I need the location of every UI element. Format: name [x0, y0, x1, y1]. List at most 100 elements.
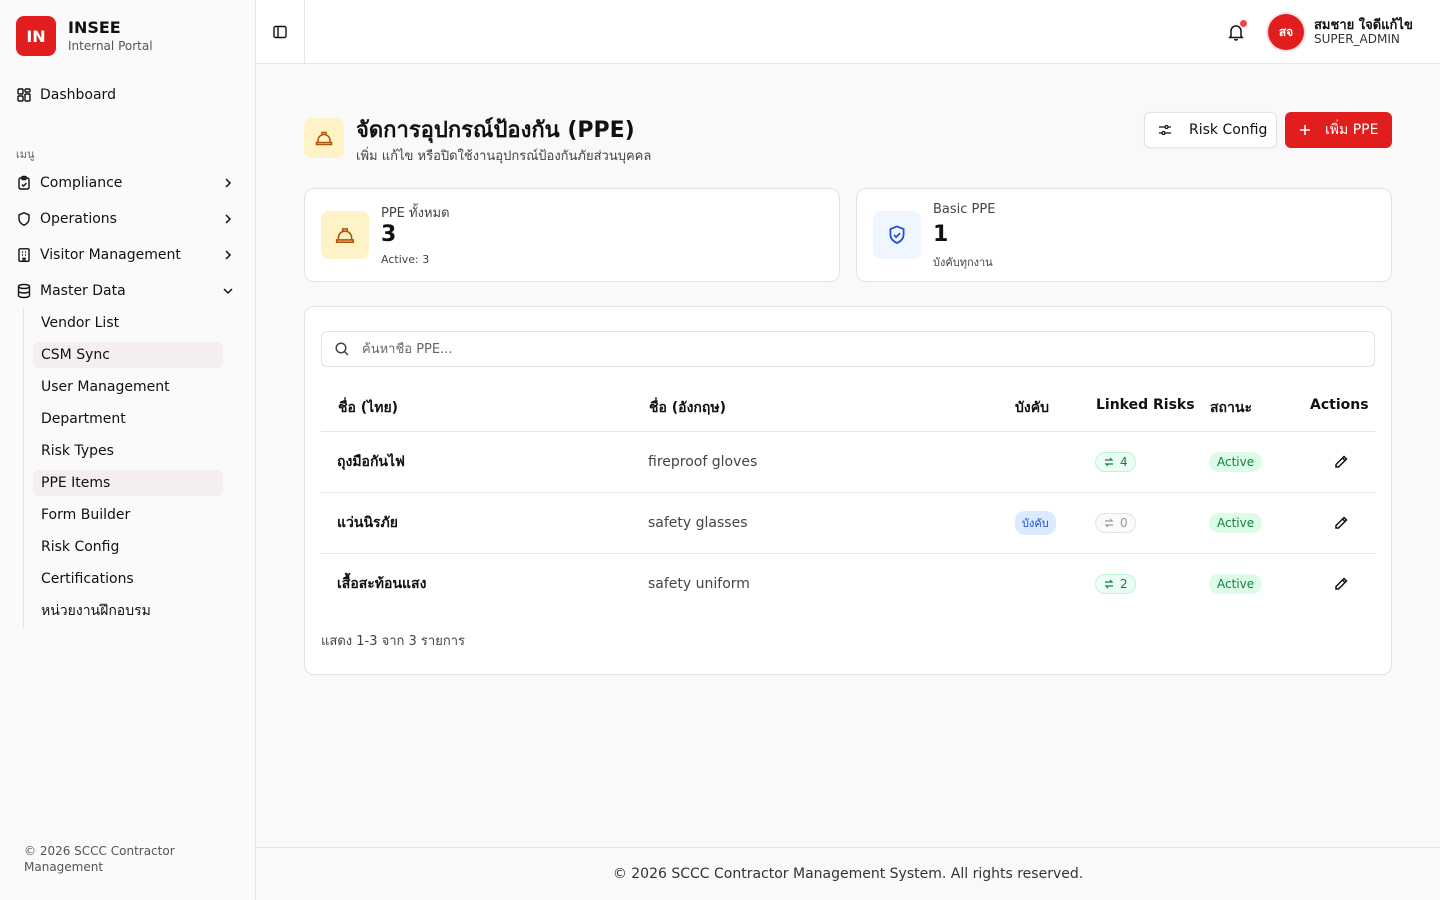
sidebar-item-label: Compliance	[40, 175, 123, 191]
stat-label: PPE ทั้งหมด	[381, 206, 450, 221]
sidebar-item-operations[interactable]: Operations	[16, 205, 240, 233]
hard-hat-icon	[304, 118, 344, 158]
edit-button[interactable]	[1333, 493, 1349, 553]
search-input[interactable]	[362, 341, 1262, 357]
linked-risks-badge[interactable]: 4	[1095, 452, 1136, 472]
status-badge: Active	[1209, 452, 1263, 472]
sidebar-subitem-form-builder[interactable]: Form Builder	[33, 502, 223, 528]
chevron-right-icon	[225, 214, 232, 224]
search-icon	[335, 342, 349, 356]
link-arrows-icon	[1104, 518, 1114, 528]
column-header-name-en[interactable]: ชื่อ (อังกฤษ)	[649, 397, 726, 419]
search-box[interactable]	[321, 331, 1375, 367]
submenu-guide-line	[23, 308, 24, 628]
brand-name: INSEE	[68, 18, 121, 37]
column-header-linked-risks[interactable]: Linked Risks	[1096, 397, 1195, 413]
sidebar-footer: © 2026 SCCC Contractor Management	[24, 844, 175, 874]
cell-required: บังคับ	[1015, 493, 1056, 553]
menu-section-label: เมนู	[16, 148, 35, 161]
sidebar-subitem-training-units[interactable]: หน่วยงานฝึกอบรม	[33, 598, 223, 624]
avatar[interactable]: สจ	[1268, 14, 1304, 50]
shield-icon	[16, 211, 32, 227]
sidebar-subitem-risk-types[interactable]: Risk Types	[33, 438, 223, 464]
sidebar-item-visitor-management[interactable]: Visitor Management	[16, 241, 240, 269]
cell-name-th: ถุงมือกันไฟ	[337, 454, 405, 470]
sidebar-subitem-risk-config[interactable]: Risk Config	[33, 534, 223, 560]
notification-dot	[1240, 20, 1247, 27]
panel-left-icon	[273, 25, 287, 39]
risk-config-button[interactable]: Risk Config	[1144, 112, 1277, 148]
pagination-summary: แสดง 1-3 จาก 3 รายการ	[321, 634, 465, 649]
page-title: จัดการอุปกรณ์ป้องกัน (PPE)	[356, 118, 635, 143]
chevron-right-icon	[225, 250, 232, 260]
stat-card-total-ppe: PPE ทั้งหมด 3 Active: 3	[304, 188, 840, 282]
sidebar-subitem-vendor-list[interactable]: Vendor List	[33, 310, 223, 336]
user-role: SUPER_ADMIN	[1314, 32, 1400, 46]
plus-icon	[1300, 125, 1310, 135]
cell-linked-risks: 2	[1095, 554, 1136, 614]
sidebar-item-compliance[interactable]: Compliance	[16, 169, 240, 197]
cell-name-en: fireproof gloves	[648, 454, 758, 470]
sidebar-item-label: Master Data	[40, 283, 126, 299]
hard-hat-icon	[321, 211, 369, 259]
edit-button[interactable]	[1333, 554, 1349, 614]
stat-value: 1	[933, 222, 949, 247]
linked-risks-badge[interactable]: 0	[1095, 513, 1136, 533]
page-footer: © 2026 SCCC Contractor Management System…	[256, 847, 1440, 900]
edit-button[interactable]	[1333, 432, 1349, 492]
column-header-status[interactable]: สถานะ	[1210, 397, 1252, 419]
cell-name-th: แว่นนิรภัย	[337, 515, 398, 531]
sidebar-item-label: Operations	[40, 211, 117, 227]
sidebar: IN INSEE Internal Portal Dashboard เมนู …	[0, 0, 256, 900]
stat-label: Basic PPE	[933, 202, 996, 217]
sidebar-subitem-user-management[interactable]: User Management	[33, 374, 223, 400]
sidebar-item-master-data[interactable]: Master Data	[16, 277, 240, 305]
sidebar-item-dashboard[interactable]: Dashboard	[16, 81, 240, 109]
sidebar-item-label: Dashboard	[40, 87, 116, 103]
database-icon	[16, 283, 32, 299]
brand-logo: IN	[16, 16, 56, 56]
stat-note: Active: 3	[381, 253, 430, 266]
pencil-icon	[1335, 577, 1348, 590]
table-row[interactable]: แว่นนิรภัย safety glasses บังคับ 0 Activ…	[321, 492, 1375, 553]
column-header-required[interactable]: บังคับ	[1015, 397, 1049, 419]
link-arrows-icon	[1104, 457, 1114, 467]
grid-icon	[16, 87, 32, 103]
cell-name-en: safety uniform	[648, 576, 750, 592]
cell-name-en: safety glasses	[648, 515, 748, 531]
sidebar-subitem-department[interactable]: Department	[33, 406, 223, 432]
risk-config-label: Risk Config	[1189, 122, 1268, 138]
table-row[interactable]: เสื้อสะท้อนแสง safety uniform 2 Active	[321, 553, 1375, 614]
sidebar-subitem-ppe-items[interactable]: PPE Items	[33, 470, 223, 496]
stat-note: บังคับทุกงาน	[933, 256, 993, 269]
clipboard-check-icon	[16, 175, 32, 191]
linked-risks-badge[interactable]: 2	[1095, 574, 1136, 594]
brand-subtitle: Internal Portal	[68, 39, 153, 53]
cell-status: Active	[1209, 554, 1263, 614]
link-arrows-icon	[1104, 579, 1114, 589]
building-icon	[16, 247, 32, 263]
ppe-table-card: ชื่อ (ไทย) ชื่อ (อังกฤษ) บังคับ Linked R…	[304, 306, 1392, 675]
sidebar-item-label: Visitor Management	[40, 247, 181, 263]
brand[interactable]: IN INSEE Internal Portal	[16, 16, 153, 56]
sidebar-subitem-certifications[interactable]: Certifications	[33, 566, 223, 592]
stat-value: 3	[381, 222, 397, 247]
status-badge: Active	[1209, 574, 1263, 594]
table-row[interactable]: ถุงมือกันไฟ fireproof gloves 4 Active	[321, 431, 1375, 492]
cell-linked-risks: 4	[1095, 432, 1136, 492]
chevron-down-icon	[223, 288, 233, 295]
cell-linked-risks: 0	[1095, 493, 1136, 553]
column-header-name-th[interactable]: ชื่อ (ไทย)	[338, 397, 398, 419]
required-badge: บังคับ	[1015, 511, 1056, 535]
add-ppe-label: เพิ่ม PPE	[1325, 122, 1379, 138]
sidebar-subitem-csm-sync[interactable]: CSM Sync	[33, 342, 223, 368]
page-subtitle: เพิ่ม แก้ไข หรือปิดใช้งานอุปกรณ์ป้องกันภ…	[356, 149, 652, 164]
status-badge: Active	[1209, 513, 1263, 533]
shield-check-icon	[873, 211, 921, 259]
column-header-actions: Actions	[1310, 397, 1369, 413]
add-ppe-button[interactable]: เพิ่ม PPE	[1285, 112, 1392, 148]
pencil-icon	[1335, 455, 1348, 468]
top-header: สจ สมชาย ใจดีแก้ไข SUPER_ADMIN	[256, 0, 1440, 64]
sidebar-toggle-button[interactable]	[256, 0, 305, 64]
cell-status: Active	[1209, 493, 1263, 553]
